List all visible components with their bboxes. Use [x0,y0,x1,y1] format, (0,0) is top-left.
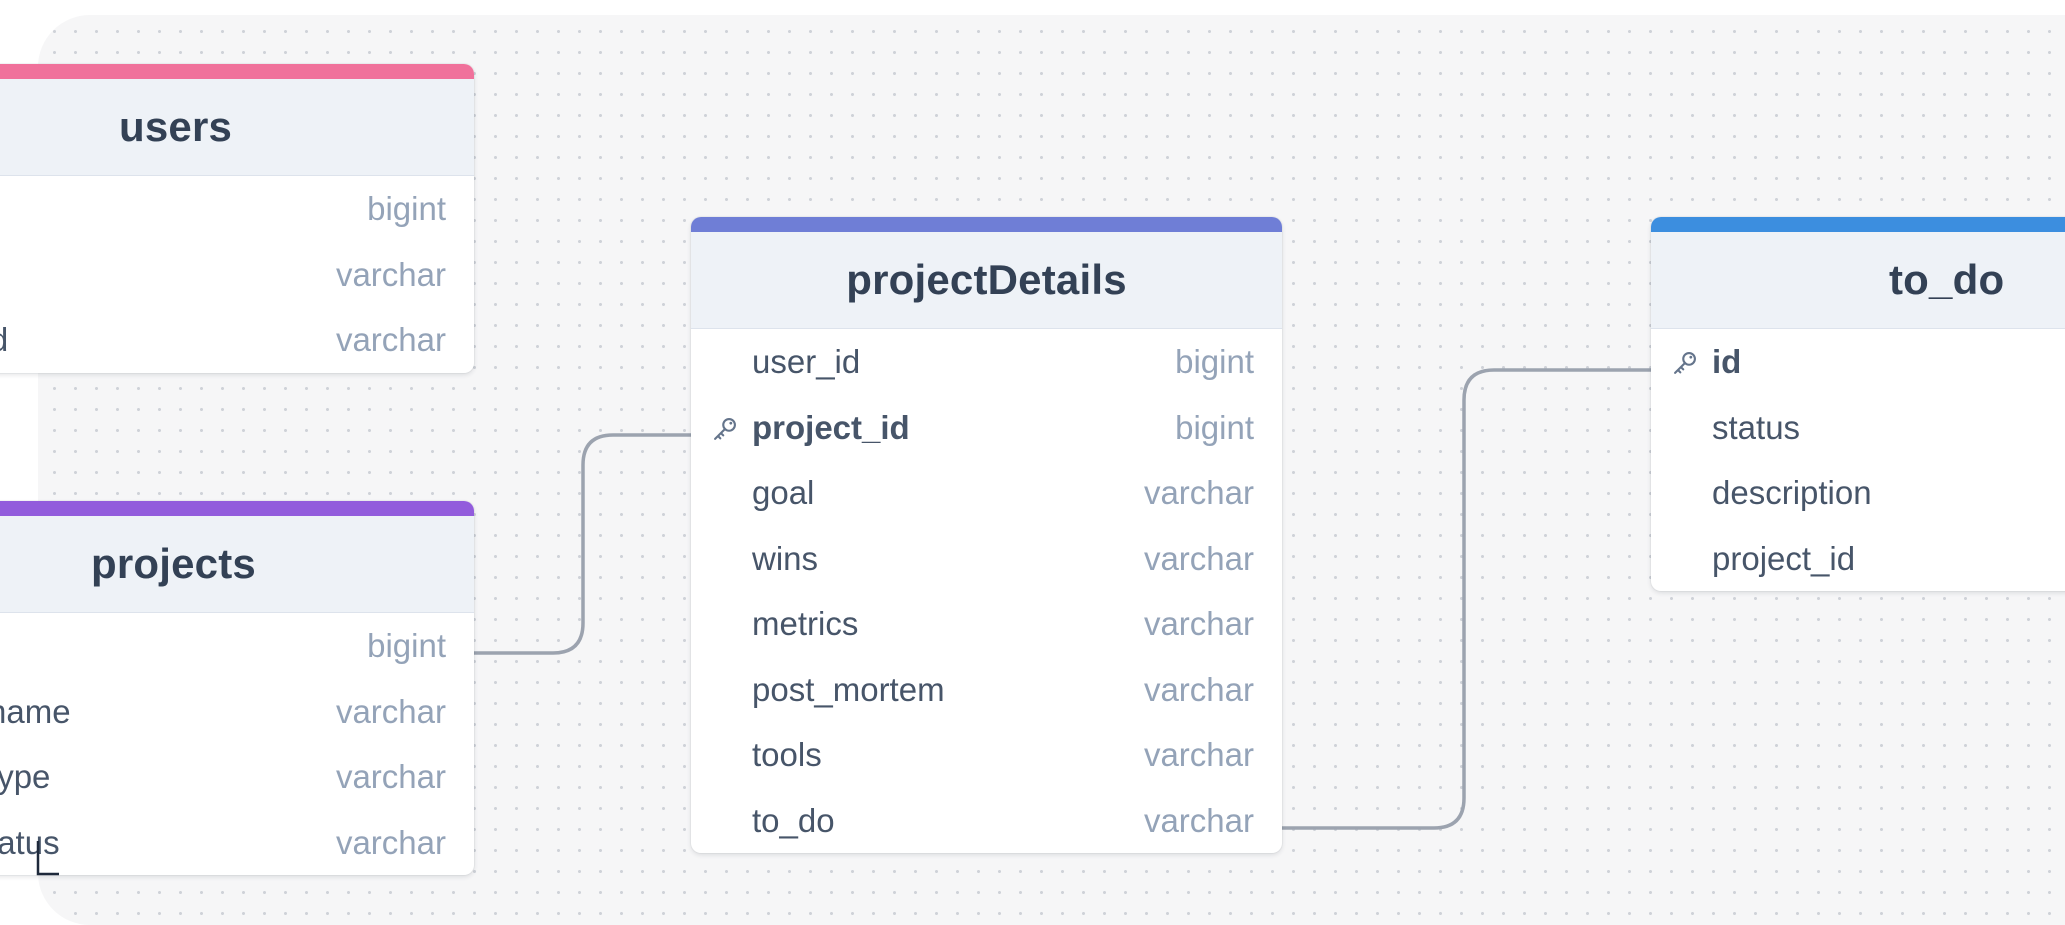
field-name: post_mortem [752,670,945,708]
field-name: metrics [752,605,859,642]
table-field-row[interactable]: status [1651,395,2065,461]
table-field-row[interactable]: wins varchar [691,526,1282,592]
field-name: project_id [752,408,910,446]
table-field-row-primary-key[interactable]: project_id bigint [691,395,1282,461]
table-field-row[interactable]: vord varchar [0,307,474,373]
table-field-row[interactable]: tools varchar [691,722,1282,788]
text-cursor-icon [36,841,59,876]
field-type: bigint [1175,408,1254,446]
field-type: varchar [1143,670,1254,708]
field-name: ct_name [0,692,71,730]
table-field-row[interactable]: project_id [1651,526,2065,592]
table-header[interactable]: to_do [1651,232,2065,329]
table-field-row[interactable]: metrics varchar [691,591,1282,657]
field-name: wins [752,539,819,577]
table-field-row[interactable]: bigint [0,613,474,679]
field-name: id [1712,343,1742,380]
field-type: varchar [335,692,446,730]
table-accent-bar [1651,217,2065,232]
table-title: projects [91,540,256,587]
table-title: users [119,103,233,150]
table-title: to_do [1889,256,2005,303]
table-accent-bar [0,501,474,516]
field-type: bigint [367,190,446,227]
table-field-row[interactable]: bigint [0,176,474,242]
key-icon [714,417,736,440]
field-type: varchar [1143,474,1254,511]
table-field-row[interactable]: user_id bigint [691,329,1282,395]
field-name: goal [752,474,815,511]
key-icon [1674,352,1696,374]
table-field-row[interactable]: description [1651,460,2065,526]
field-type: varchar [1143,801,1254,839]
table-to_do[interactable]: to_do id status description project_id [1651,217,2065,591]
table-accent-bar [691,217,1282,232]
table-users[interactable]: users bigint varchar vord varchar [0,64,474,373]
table-title: projectDetails [846,256,1127,303]
field-name: status [1712,408,1801,446]
table-field-row[interactable]: varchar [0,242,474,308]
field-name: user_id [752,343,861,380]
table-field-row[interactable]: t_status varchar [0,810,474,876]
table-projects[interactable]: projects bigint ct_name varchar ct_type … [0,501,474,875]
field-name: ct_type [0,758,51,795]
table-field-row-primary-key[interactable]: id [1651,329,2065,395]
table-header[interactable]: projects [0,516,474,613]
table-field-row[interactable]: to_do varchar [691,788,1282,854]
table-projectDetails[interactable]: projectDetails user_id bigint project_id… [691,217,1282,853]
field-type: varchar [1143,605,1254,642]
table-accent-bar [0,64,474,79]
table-header[interactable]: projectDetails [691,232,1282,329]
field-name: vord [0,307,8,373]
field-name: project_id [1712,539,1856,577]
field-type: varchar [335,321,446,358]
field-name: to_do [752,801,835,839]
field-type: bigint [367,627,446,664]
table-header[interactable]: users [0,79,474,176]
field-type: varchar [335,255,446,293]
table-field-row[interactable]: ct_type varchar [0,744,474,810]
field-name: tools [752,736,822,773]
field-type: varchar [1143,736,1254,773]
table-field-row[interactable]: ct_name varchar [0,679,474,745]
field-type: varchar [335,823,446,861]
table-field-row[interactable]: post_mortem varchar [691,657,1282,723]
field-type: varchar [335,758,446,795]
table-field-row[interactable]: goal varchar [691,460,1282,526]
field-name: description [1712,474,1872,511]
field-type: varchar [1143,539,1254,577]
field-type: bigint [1175,343,1254,380]
